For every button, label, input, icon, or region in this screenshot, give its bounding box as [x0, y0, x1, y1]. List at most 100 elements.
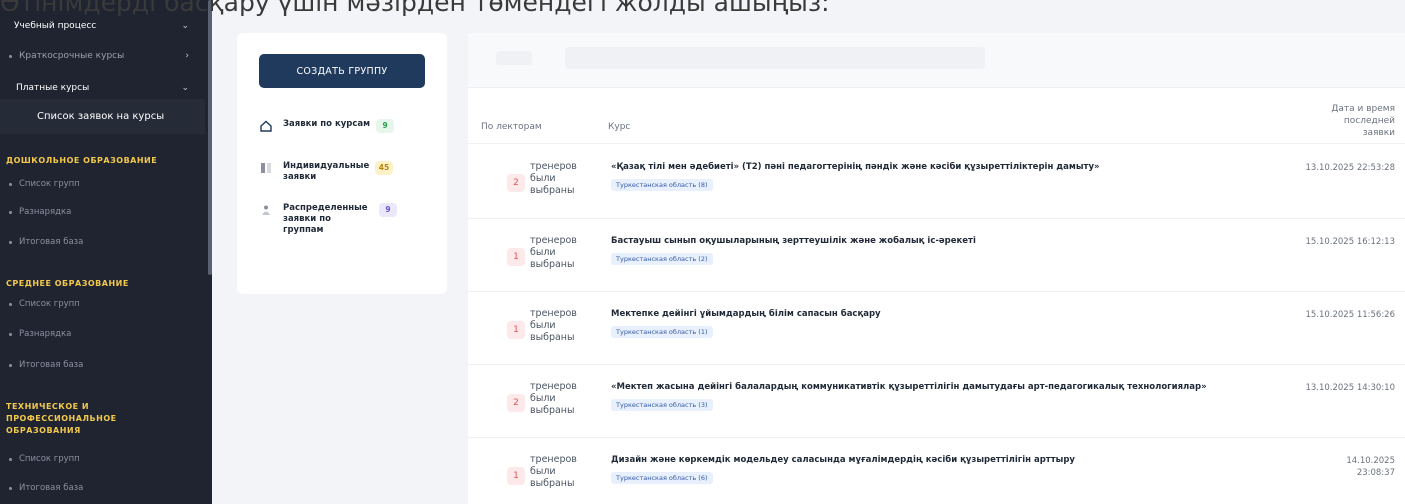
instruction-caption: Өтінімдерді басқару үшін мәзірден төменд… — [0, 0, 830, 17]
columns-icon — [259, 161, 273, 175]
sidebar-item-short-courses[interactable]: Краткосрочные курсы › — [0, 48, 205, 64]
sidebar-item-paid-courses[interactable]: Платные курсы ⌄ — [0, 80, 205, 96]
sidebar-item-label: Список групп — [19, 454, 80, 464]
menu-item-label: Заявки по курсам — [283, 119, 371, 129]
sidebar-item-label: Разнарядка — [19, 329, 72, 339]
header-placeholder — [496, 51, 532, 65]
region-tag: Туркестанская область (6) — [611, 472, 713, 484]
sidebar-item-course-requests[interactable]: Список заявок на курсы — [0, 99, 205, 134]
column-header-course[interactable]: Курс — [608, 121, 630, 133]
table-row[interactable]: 2 тренеров были выбраны «Қазақ тілі мен … — [468, 146, 1405, 218]
chevron-right-icon: › — [185, 51, 189, 61]
course-title[interactable]: «Мектеп жасына дейінгі балалардың коммун… — [611, 382, 1207, 392]
divider — [468, 437, 1405, 438]
users-icon — [259, 203, 273, 217]
sidebar-item-groups[interactable]: Список групп — [0, 297, 205, 311]
column-header-by-lecturers[interactable]: По лекторам — [481, 121, 542, 133]
column-header-date[interactable]: Дата и время последней заявки — [1315, 103, 1395, 139]
last-request-date: 15.10.2025 16:12:13 — [1305, 237, 1395, 247]
sidebar-item-label: Итоговая база — [19, 237, 84, 247]
trainers-text: тренеров были выбраны — [530, 308, 577, 343]
count-badge: 9 — [376, 119, 395, 133]
count-badge: 9 — [379, 203, 397, 217]
trainers-text: тренеров были выбраны — [530, 161, 577, 196]
region-tag: Туркестанская область (8) — [611, 179, 713, 191]
table-row[interactable]: 2 тренеров были выбраны «Мектеп жасына д… — [468, 366, 1405, 438]
chevron-down-icon: ⌄ — [181, 21, 189, 31]
menu-item-individual-requests[interactable]: Индивидуальные заявки 45 — [259, 161, 429, 183]
trainer-count-badge: 2 — [507, 394, 525, 412]
bullet-icon — [9, 332, 12, 336]
sidebar-item-final-base[interactable]: Итоговая база — [0, 358, 205, 372]
bullet-icon — [9, 302, 12, 306]
trainer-count-badge: 1 — [507, 321, 525, 339]
bullet-icon — [9, 54, 12, 58]
course-requests-table: По лекторам Курс Дата и время последней … — [468, 33, 1405, 504]
sidebar-item-allocation[interactable]: Разнарядка — [0, 205, 205, 219]
count-badge: 45 — [375, 161, 393, 175]
trainers-text: тренеров были выбраны — [530, 381, 577, 416]
sidebar-item-label: Платные курсы — [16, 83, 90, 93]
sidebar-item-final-base[interactable]: Итоговая база — [0, 235, 205, 249]
chevron-down-icon: ⌄ — [181, 83, 189, 93]
sidebar-item-learning-process[interactable]: Учебный процесс ⌄ — [0, 18, 205, 34]
sidebar-section-technical: ТЕХНИЧЕСКОЕ И ПРОФЕССИОНАЛЬНОЕ ОБРАЗОВАН… — [0, 399, 170, 439]
section-title: ТЕХНИЧЕСКОЕ И ПРОФЕССИОНАЛЬНОЕ ОБРАЗОВАН… — [6, 402, 117, 435]
table-row[interactable]: 1 тренеров были выбраны Бастауыш сынып о… — [468, 220, 1405, 292]
sidebar-item-label: Список групп — [19, 299, 80, 309]
divider — [468, 143, 1405, 144]
sidebar-item-label: Список групп — [19, 179, 80, 189]
menu-item-distributed-requests[interactable]: Распределенные заявки по группам 9 — [259, 203, 429, 236]
menu-item-label: Индивидуальные заявки — [283, 161, 370, 182]
course-title[interactable]: «Қазақ тілі мен әдебиеті» (Т2) пәні педа… — [611, 162, 1099, 172]
bullet-icon — [9, 182, 12, 186]
region-tag: Туркестанская область (2) — [611, 253, 713, 265]
bullet-icon — [9, 210, 12, 214]
course-title[interactable]: Мектепке дейінгі ұйымдардың білім сапасы… — [611, 309, 881, 319]
course-title[interactable]: Бастауыш сынып оқушыларының зерттеушілік… — [611, 236, 976, 246]
sidebar-section-secondary: СРЕДНЕЕ ОБРАЗОВАНИЕ — [0, 277, 205, 291]
trainers-text: тренеров были выбраны — [530, 454, 577, 489]
home-icon — [259, 119, 273, 133]
trainer-count-badge: 1 — [507, 248, 525, 266]
sidebar-item-groups[interactable]: Список групп — [0, 177, 205, 191]
table-row[interactable]: 1 тренеров были выбраны Мектепке дейінгі… — [468, 293, 1405, 365]
table-header-band — [468, 33, 1405, 88]
sidebar-item-label: Список заявок на курсы — [37, 111, 165, 122]
menu-item-course-requests[interactable]: Заявки по курсам 9 — [259, 119, 429, 133]
bullet-icon — [9, 486, 12, 490]
table-row[interactable]: 1 тренеров были выбраны Дизайн және көрк… — [468, 439, 1405, 504]
bullet-icon — [9, 363, 12, 367]
last-request-date: 13.10.2025 22:53:28 — [1305, 163, 1395, 173]
divider — [468, 291, 1405, 292]
requests-menu-card: СОЗДАТЬ ГРУППУ Заявки по курсам 9 Индиви… — [237, 33, 447, 294]
sidebar: Учебный процесс ⌄ Краткосрочные курсы › … — [0, 0, 212, 504]
course-title[interactable]: Дизайн және көркемдік модельдеу саласынд… — [611, 455, 1075, 465]
divider — [468, 364, 1405, 365]
sidebar-section-preschool: ДОШКОЛЬНОЕ ОБРАЗОВАНИЕ — [0, 154, 205, 168]
sidebar-item-label: Учебный процесс — [14, 21, 97, 31]
sidebar-item-label: Краткосрочные курсы — [19, 51, 125, 61]
last-request-date: 15.10.2025 11:56:26 — [1305, 310, 1395, 320]
section-title: СРЕДНЕЕ ОБРАЗОВАНИЕ — [6, 279, 129, 288]
trainer-count-badge: 1 — [507, 467, 525, 485]
sidebar-item-groups[interactable]: Список групп — [0, 452, 205, 466]
sidebar-item-label: Итоговая база — [19, 360, 84, 370]
bullet-icon — [9, 457, 12, 461]
bullet-icon — [9, 240, 12, 244]
sidebar-item-final-base[interactable]: Итоговая база — [0, 481, 205, 495]
sidebar-scrollbar[interactable] — [208, 0, 212, 275]
header-placeholder — [565, 47, 985, 69]
sidebar-item-allocation[interactable]: Разнарядка — [0, 327, 205, 341]
region-tag: Туркестанская область (3) — [611, 399, 713, 411]
create-group-button[interactable]: СОЗДАТЬ ГРУППУ — [259, 54, 425, 88]
sidebar-item-label: Итоговая база — [19, 483, 84, 493]
region-tag: Туркестанская область (1) — [611, 326, 713, 338]
trainers-text: тренеров были выбраны — [530, 235, 577, 270]
section-title: ДОШКОЛЬНОЕ ОБРАЗОВАНИЕ — [6, 156, 158, 165]
trainer-count-badge: 2 — [507, 174, 525, 192]
sidebar-item-label: Разнарядка — [19, 207, 72, 217]
last-request-date: 14.10.2025 23:08:37 — [1346, 456, 1395, 478]
divider — [468, 218, 1405, 219]
menu-item-label: Распределенные заявки по группам — [283, 203, 368, 235]
